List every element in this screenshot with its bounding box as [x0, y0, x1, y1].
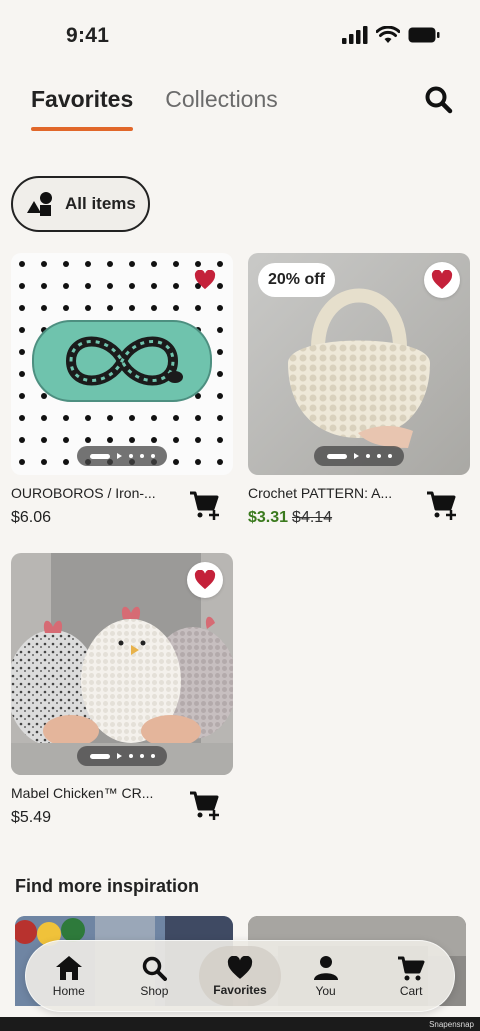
listing-title[interactable]: Mabel Chicken™ CR... — [11, 785, 171, 801]
section-heading: Find more inspiration — [15, 876, 200, 896]
discount-badge: 20% off — [258, 263, 335, 297]
heart-icon — [431, 270, 453, 290]
listing-card[interactable]: Mabel Chicken™ CR... $5.49 — [11, 553, 233, 827]
tab-bar: Favorites Collections — [31, 86, 278, 131]
nav-home[interactable]: Home — [28, 955, 110, 998]
image-pager[interactable] — [314, 446, 404, 466]
add-to-cart-button[interactable] — [426, 489, 458, 521]
image-pager[interactable] — [77, 446, 167, 466]
cart-plus-icon — [427, 491, 456, 520]
watermark: Snapensnap — [429, 1020, 474, 1029]
listing-title[interactable]: Crochet PATTERN: A... — [248, 485, 408, 501]
heart-icon — [194, 270, 216, 290]
original-price: $4.14 — [292, 509, 333, 526]
search-icon — [425, 86, 453, 114]
favorite-button[interactable] — [424, 262, 460, 298]
status-bar: 9:41 — [0, 0, 480, 70]
battery-icon — [408, 27, 440, 43]
nav-you[interactable]: You — [285, 955, 367, 998]
search-icon — [143, 956, 168, 981]
listing-image-ouroboros[interactable] — [11, 253, 233, 475]
nav-label: You — [315, 983, 336, 998]
signal-icon — [342, 26, 368, 44]
listing-image-chicken[interactable] — [11, 553, 233, 775]
add-to-cart-button[interactable] — [189, 489, 221, 521]
listing-image-crochet-bag[interactable]: 20% off — [248, 253, 470, 475]
person-icon — [313, 955, 338, 980]
wifi-icon — [376, 26, 400, 43]
favorite-button[interactable] — [187, 262, 223, 298]
nav-cart[interactable]: Cart — [370, 955, 452, 998]
all-items-filter[interactable]: All items — [11, 176, 150, 232]
nav-label: Shop — [140, 983, 169, 998]
listing-card[interactable]: OUROBOROS / Iron-... $6.06 — [11, 253, 233, 527]
cart-icon — [398, 956, 425, 980]
sale-price: $3.31 — [248, 509, 289, 526]
nav-label: Cart — [399, 983, 423, 998]
bottom-navigation: Home Shop Favorites You Cart — [25, 940, 455, 1012]
nav-label: Home — [52, 983, 85, 998]
status-time: 9:41 — [66, 24, 110, 47]
tab-collections[interactable]: Collections — [165, 86, 278, 131]
status-icons — [342, 26, 440, 44]
image-pager[interactable] — [77, 746, 167, 766]
filter-label: All items — [65, 194, 136, 213]
listing-card[interactable]: 20% off Crochet PATTERN: A... $3.31 $4.1… — [248, 253, 470, 527]
search-button[interactable] — [424, 85, 454, 115]
add-to-cart-button[interactable] — [189, 789, 221, 821]
footer-bar: Snapensnap — [0, 1017, 480, 1031]
cart-plus-icon — [190, 791, 219, 820]
nav-label: Favorites — [213, 982, 267, 997]
listing-title[interactable]: OUROBOROS / Iron-... — [11, 485, 171, 501]
favorite-button[interactable] — [187, 562, 223, 598]
listing-price: $6.06 — [11, 509, 52, 526]
nav-shop[interactable]: Shop — [113, 955, 195, 998]
tab-favorites[interactable]: Favorites — [31, 86, 134, 131]
nav-favorites[interactable]: Favorites — [198, 946, 281, 1006]
listing-price: $5.49 — [11, 809, 52, 826]
heart-icon — [194, 570, 216, 590]
shapes-icon — [27, 192, 52, 216]
cart-plus-icon — [190, 491, 219, 520]
heart-icon — [227, 955, 253, 979]
home-icon — [55, 955, 82, 980]
